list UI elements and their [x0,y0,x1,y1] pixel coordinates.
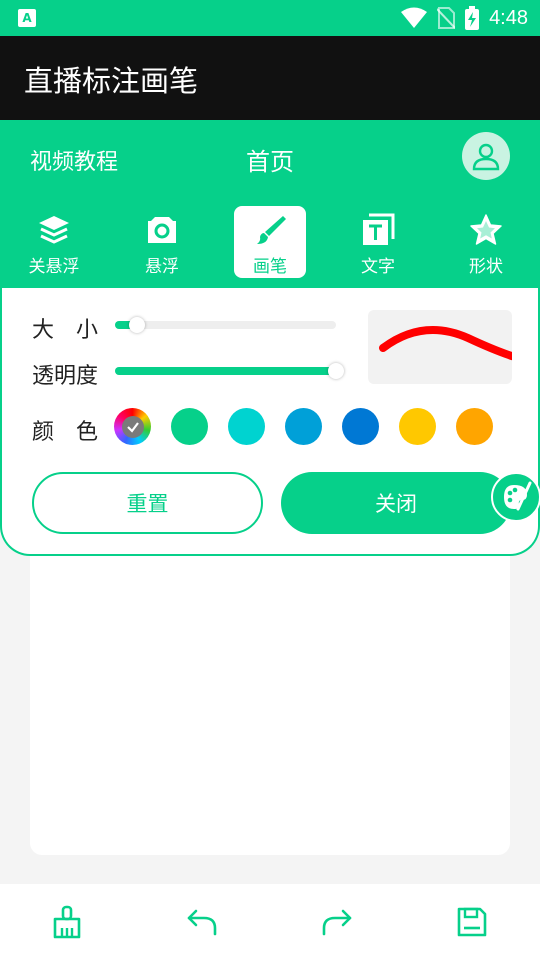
color-swatch[interactable] [285,408,322,445]
green-header: 视频教程 首页 关悬浮 悬浮 画笔 文字 形状 [0,120,540,290]
brush-preview-stroke [379,326,512,361]
color-swatch[interactable] [456,408,493,445]
opacity-label: 透明度 [32,364,99,389]
palette-fab[interactable] [491,472,540,522]
tool-label: 画笔 [253,257,287,277]
camera-icon [148,217,176,243]
bottom-action-bar [0,884,540,960]
tool-text[interactable]: 文字 [342,206,414,278]
color-swatch[interactable] [399,408,436,445]
battery-charging-icon [465,6,480,30]
check-icon [126,421,139,433]
palette-icon [504,481,532,511]
tool-label: 关悬浮 [28,257,80,277]
status-bar: A 4:48 [0,0,540,36]
app-notification-icon: A [18,9,36,27]
tool-close-float[interactable]: 关悬浮 [18,206,90,278]
color-swatch[interactable] [171,408,208,445]
brush-settings-panel: 大 小 透明度 颜 色 重置 关闭 [0,288,540,556]
color-picker-wheel[interactable] [114,408,151,445]
brush-icon [257,216,286,244]
color-swatch[interactable] [228,408,265,445]
size-slider-thumb[interactable] [129,317,146,333]
undo-icon [187,909,217,936]
redo-button[interactable] [317,902,357,942]
size-label: 大 小 [32,318,99,343]
brush-preview [368,310,512,384]
status-time: 4:48 [489,6,528,29]
layers-icon [39,216,69,244]
tool-shape[interactable]: 形状 [450,206,522,278]
video-tutorial-link[interactable]: 视频教程 [30,144,118,176]
clear-button[interactable] [47,902,87,942]
tool-label: 形状 [469,257,503,277]
close-button[interactable]: 关闭 [281,472,511,534]
color-swatches [114,408,504,446]
color-label: 颜 色 [32,420,99,445]
tool-float[interactable]: 悬浮 [126,206,198,278]
save-button[interactable] [452,902,492,942]
opacity-slider[interactable] [115,363,344,379]
wifi-icon [401,7,428,28]
app-bar: 直播标注画笔 [0,36,540,120]
text-icon [363,213,395,245]
reset-button[interactable]: 重置 [32,472,263,534]
drawing-canvas[interactable] [30,556,510,855]
redo-icon [322,909,352,936]
color-swatch[interactable] [342,408,379,445]
broom-icon [53,905,81,939]
app-title: 直播标注画笔 [24,64,199,98]
user-icon [472,143,500,171]
undo-button[interactable] [182,902,222,942]
opacity-slider-thumb[interactable] [328,363,344,379]
tool-brush[interactable]: 画笔 [234,206,306,278]
no-sim-icon [437,7,456,29]
save-icon [457,907,487,937]
size-slider[interactable] [115,317,336,333]
tool-toolbar: 关悬浮 悬浮 画笔 文字 形状 [0,206,540,278]
avatar[interactable] [462,132,510,180]
tool-label: 文字 [361,257,395,277]
opacity-slider-fill [115,367,336,375]
star-icon [470,214,502,245]
tool-label: 悬浮 [145,257,179,277]
